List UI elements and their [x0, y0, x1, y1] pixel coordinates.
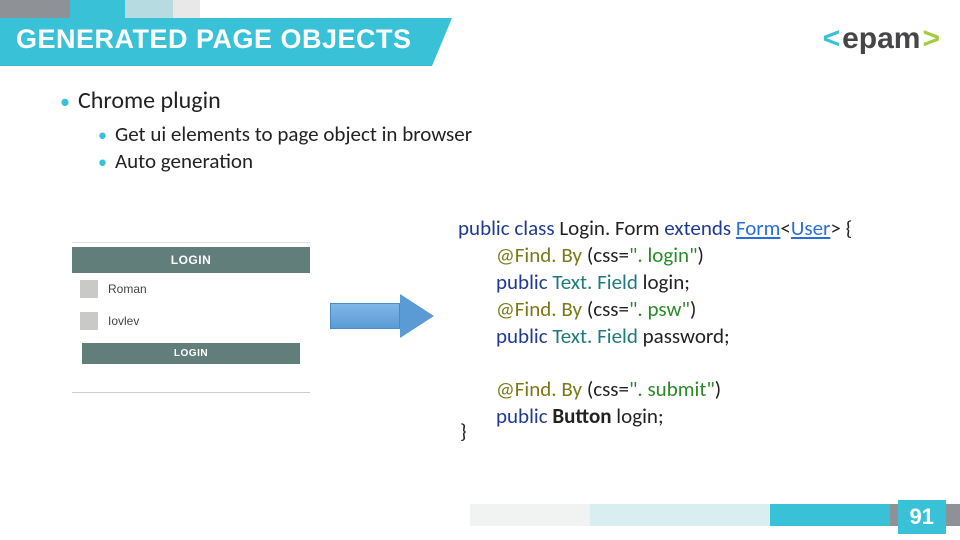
bullet-chrome-plugin: Chrome plugin [60, 86, 900, 115]
login-header: LOGIN [72, 247, 310, 273]
code-snippet: public class Login. Form extends Form<Us… [458, 215, 852, 430]
bullet-content: Chrome plugin Get ui elements to page ob… [60, 86, 900, 176]
top-decorative-stripes [0, 0, 200, 18]
login-username-value: Roman [108, 282, 147, 296]
login-form-mock: LOGIN Roman Iovlev LOGIN [72, 242, 310, 393]
logo-text: epam [842, 22, 920, 56]
login-submit-button: LOGIN [82, 343, 300, 364]
user-icon [80, 280, 98, 298]
bullet-auto-generation: Auto generation [98, 148, 900, 175]
code-close-brace: } [460, 418, 467, 444]
lock-icon [80, 312, 98, 330]
slide-title: GENERATED PAGE OBJECTS [0, 18, 432, 66]
logo-bracket-close: > [922, 22, 940, 56]
login-password-value: Iovlev [108, 314, 139, 328]
bullet-get-elements: Get ui elements to page object in browse… [98, 121, 900, 148]
title-bar: GENERATED PAGE OBJECTS [0, 18, 432, 66]
login-username-row: Roman [72, 273, 310, 305]
page-number: 91 [898, 500, 946, 534]
arrow-right-icon [330, 294, 450, 338]
login-password-row: Iovlev [72, 305, 310, 337]
epam-logo: < epam > [823, 22, 940, 56]
bottom-decorative-stripes [470, 504, 960, 526]
logo-bracket-open: < [823, 22, 841, 56]
